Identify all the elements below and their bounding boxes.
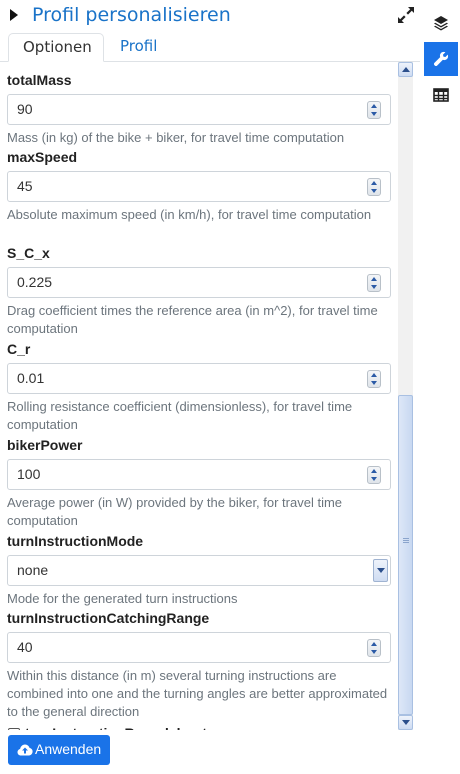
field-label: S_C_x [7,245,50,261]
field-label: turnInstructionCatchingRange [7,610,210,626]
checkbox-label: turnInstructionRoundabouts [25,725,215,730]
field-turninstructioncatchingrange: turnInstructionCatchingRange 40 Within t… [7,610,391,721]
input-value: 90 [17,101,33,117]
panel-header: Profil personalisieren [8,4,420,28]
input-value: 0.01 [17,370,45,386]
scrollbar-thumb[interactable] [398,395,413,715]
bikerpower-input[interactable]: 100 [7,459,391,490]
profile-settings-button[interactable] [424,42,458,76]
field-description: Rolling resistance coefficient (dimensio… [7,399,353,432]
field-bikerpower: bikerPower 100 Average power (in W) prov… [7,437,391,530]
field-description: Drag coefficient times the reference are… [7,303,378,336]
expand-icon[interactable] [397,6,417,26]
tab-profil[interactable]: Profil [106,33,171,62]
input-value: 40 [17,639,33,655]
field-label: C_r [7,341,31,357]
tab-optionen[interactable]: Optionen [8,33,104,62]
turninstructionroundabouts-checkbox[interactable] [8,728,20,730]
apply-button[interactable]: Anwenden [8,735,110,765]
field-label: turnInstructionMode [7,533,144,549]
field-label: bikerPower [7,437,83,453]
profile-panel: Profil personalisieren Optionen Profil t… [0,0,420,774]
field-description: Average power (in W) provided by the bik… [7,495,343,528]
side-rail [422,0,460,774]
field-turninstructionmode: turnInstructionMode none Mode for the ge… [7,533,391,608]
collapse-caret-icon[interactable] [10,9,18,21]
options-form: totalMass 90 Mass (in kg) of the bike + … [0,62,397,730]
field-label: totalMass [7,72,72,88]
spinner-icon[interactable] [367,178,381,196]
table-button[interactable] [424,78,458,112]
panel-title: Profil personalisieren [32,4,231,26]
apply-label: Anwenden [35,741,102,757]
wrench-icon [433,51,449,67]
select-value: none [17,562,49,578]
layers-button[interactable] [424,6,458,40]
field-totalmass: totalMass 90 Mass (in kg) of the bike + … [7,72,391,147]
spinner-icon[interactable] [367,101,381,119]
field-description: Absolute maximum speed (in km/h), for tr… [7,207,372,222]
maxspeed-input[interactable]: 45 [7,171,391,202]
turninstructionroundabouts-row: turnInstructionRoundabouts [7,725,391,730]
table-icon [433,88,449,102]
scroll-down-button[interactable] [398,715,413,730]
field-maxspeed: maxSpeed 45 Absolute maximum speed (in k… [7,149,391,224]
layers-icon [434,16,448,31]
cloud-upload-icon [17,744,33,756]
s-c-x-input[interactable]: 0.225 [7,267,391,298]
field-s-c-x: S_C_x 0.225 Drag coefficient times the r… [7,245,391,338]
chevron-down-icon[interactable] [373,559,388,582]
field-description: Within this distance (in m) several turn… [7,668,388,719]
input-value: 45 [17,178,33,194]
field-label: maxSpeed [7,149,78,165]
spinner-icon[interactable] [367,466,381,484]
totalmass-input[interactable]: 90 [7,94,391,125]
turninstructionmode-select[interactable]: none [7,555,391,586]
scroll-up-button[interactable] [398,62,413,77]
input-value: 0.225 [17,274,53,290]
spinner-icon[interactable] [367,639,381,657]
c-r-input[interactable]: 0.01 [7,363,391,394]
tab-bar: Optionen Profil [0,33,420,62]
field-c-r: C_r 0.01 Rolling resistance coefficient … [7,341,391,434]
spinner-icon[interactable] [367,274,381,292]
spinner-icon[interactable] [367,370,381,388]
vertical-scrollbar[interactable] [398,62,413,730]
input-value: 100 [17,466,41,482]
field-description: Mass (in kg) of the bike + biker, for tr… [7,130,345,145]
field-description: Mode for the generated turn instructions [7,591,238,606]
turninstructioncatchingrange-input[interactable]: 40 [7,632,391,663]
